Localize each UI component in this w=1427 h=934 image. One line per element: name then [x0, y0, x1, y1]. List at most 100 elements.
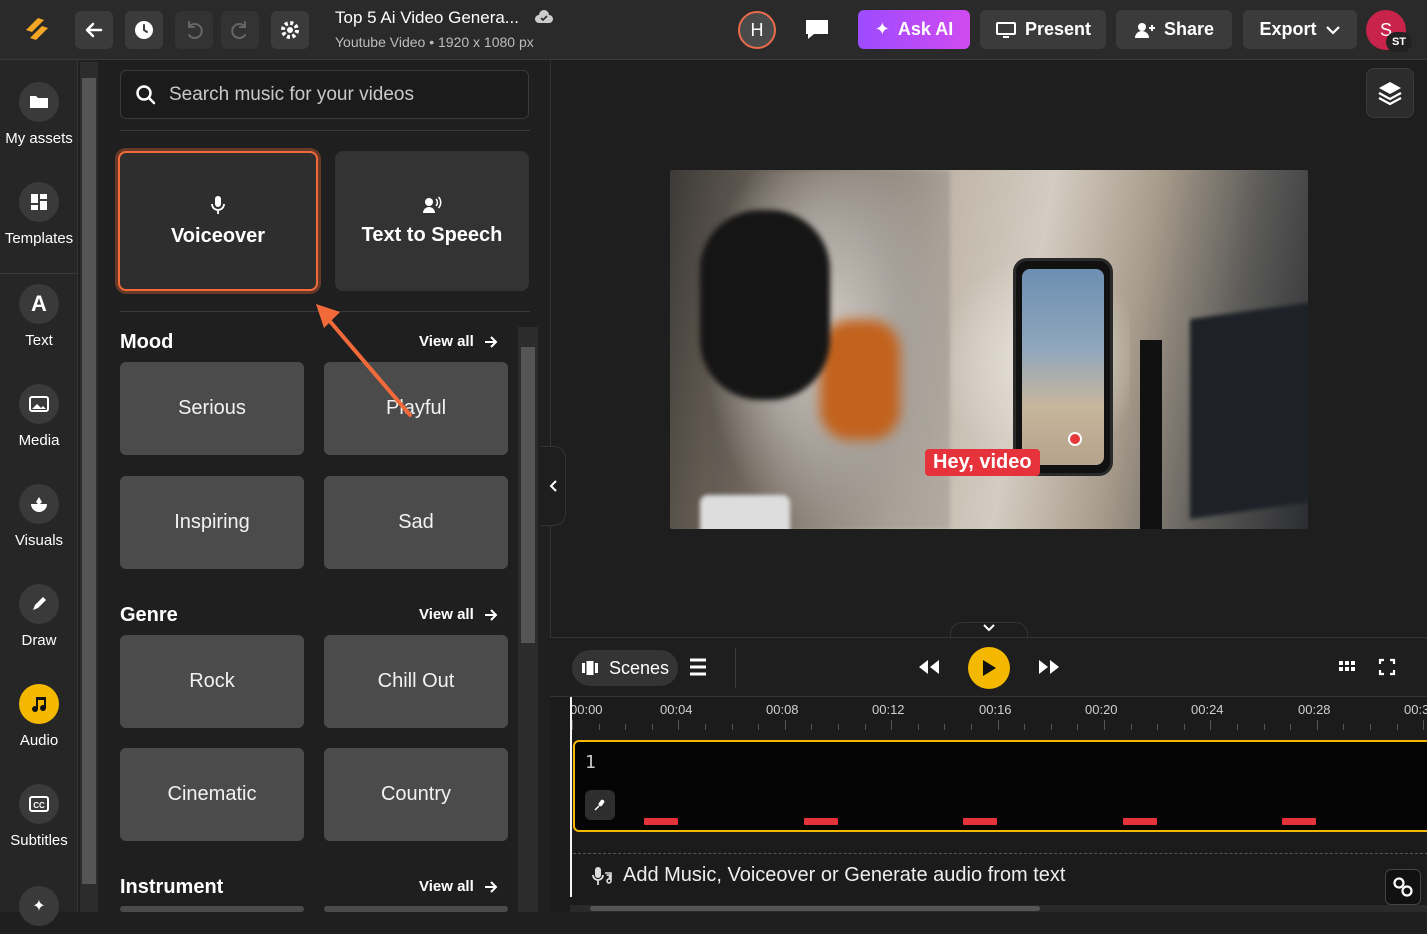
search-box[interactable] [120, 70, 529, 119]
sidebar-item-label: Visuals [14, 532, 64, 549]
genre-tile[interactable]: Rock [120, 635, 304, 728]
collaborator-avatar[interactable]: H [738, 11, 776, 49]
list-view-button[interactable] [686, 656, 710, 683]
user-initials-badge: ST [1386, 32, 1412, 52]
ruler-tick [784, 720, 786, 730]
sidebar-item-draw[interactable]: Draw [0, 584, 78, 649]
export-button[interactable]: Export [1243, 10, 1357, 49]
add-user-icon [1134, 22, 1155, 38]
ruler-tick [1157, 724, 1159, 730]
chevron-down-icon [1325, 25, 1340, 35]
sparkle-icon: ✦ [874, 19, 890, 39]
undo-icon [188, 21, 203, 39]
voiceover-label: Voiceover [170, 224, 266, 247]
ruler-tick [891, 720, 893, 730]
mood-tile[interactable]: Serious [120, 362, 304, 455]
arrow-right-icon [484, 335, 498, 348]
view-all-mood-link[interactable]: View all [419, 333, 498, 350]
pen-icon [19, 584, 59, 624]
text-to-speech-card[interactable]: Text to Speech [335, 151, 529, 291]
sidebar-item-my-assets[interactable]: My assets [0, 82, 78, 147]
sidebar-item-label: Text [25, 332, 53, 349]
tick-label: 00:00 [570, 702, 603, 717]
svg-text:CC: CC [33, 801, 45, 810]
top-bar: Top 5 Ai Video Genera... Youtube Video •… [0, 0, 1427, 60]
present-button[interactable]: Present [980, 10, 1106, 49]
video-preview[interactable]: Hey, video [670, 170, 1308, 529]
app-logo-icon[interactable] [18, 12, 54, 48]
document-title[interactable]: Top 5 Ai Video Genera... [335, 8, 534, 28]
mood-tile[interactable]: Sad [324, 476, 508, 569]
rewind-button[interactable] [917, 658, 941, 681]
history-button[interactable] [125, 11, 163, 49]
sidebar-item-more[interactable]: ✦ [0, 886, 78, 934]
genre-tile[interactable]: Country [324, 748, 508, 841]
caption-clip[interactable] [1123, 818, 1157, 825]
sidebar-item-label: Subtitles [10, 832, 68, 849]
tick-label: 00:20 [1085, 702, 1118, 717]
caption-clip[interactable] [1282, 818, 1316, 825]
layers-button[interactable] [1366, 68, 1414, 118]
instrument-tile[interactable] [120, 906, 304, 912]
redo-button[interactable] [221, 11, 259, 49]
add-audio-label: Add Music, Voiceover or Generate audio f… [623, 864, 1066, 886]
search-input[interactable] [169, 83, 509, 106]
voiceover-card[interactable]: Voiceover [118, 151, 318, 291]
collapse-panel-button[interactable] [540, 446, 566, 526]
panel-scrollbar[interactable] [518, 327, 538, 912]
ruler-tick [1396, 724, 1398, 730]
caption-clip[interactable] [804, 818, 838, 825]
back-button[interactable] [75, 11, 113, 49]
caption-clip[interactable] [963, 818, 997, 825]
tick-label: 00:3 [1404, 702, 1427, 717]
folder-icon [19, 82, 59, 122]
instrument-tile[interactable] [324, 906, 508, 912]
ruler-tick [572, 720, 573, 730]
gear-icon [281, 21, 299, 39]
genre-tile[interactable]: Cinematic [120, 748, 304, 841]
genre-tile[interactable]: Chill Out [324, 635, 508, 728]
sidebar-item-text[interactable]: A Text [0, 284, 78, 349]
link-icon [1393, 877, 1413, 897]
add-audio-row[interactable]: Add Music, Voiceover or Generate audio f… [573, 853, 1427, 897]
sidebar-item-visuals[interactable]: Visuals [0, 484, 78, 549]
ruler-tick [1423, 720, 1425, 730]
fullscreen-button[interactable] [1378, 658, 1396, 681]
voice-mute-button[interactable] [585, 790, 615, 820]
view-all-genre-link[interactable]: View all [419, 606, 498, 623]
sidebar-item-media[interactable]: Media [0, 384, 78, 449]
ruler-tick [1024, 724, 1026, 730]
scenes-button[interactable]: Scenes [572, 650, 678, 686]
grid-view-button[interactable] [1338, 659, 1356, 678]
fast-forward-button[interactable] [1037, 658, 1061, 681]
tick-label: 00:04 [660, 702, 693, 717]
link-button[interactable] [1385, 869, 1421, 905]
ruler-tick [864, 724, 866, 730]
sidebar-item-label: My assets [5, 130, 73, 147]
sidebar-scrollbar[interactable] [80, 62, 98, 912]
mood-tile[interactable]: Inspiring [120, 476, 304, 569]
settings-button[interactable] [271, 11, 309, 49]
cc-icon: CC [19, 784, 59, 824]
scene-number: 1 [585, 752, 596, 773]
playhead[interactable] [570, 697, 572, 897]
ruler-tick [917, 724, 919, 730]
sidebar-item-subtitles[interactable]: CC Subtitles [0, 784, 78, 849]
timeline-scrollbar[interactable] [570, 905, 1427, 912]
video-caption[interactable]: Hey, video [925, 449, 1040, 476]
ask-ai-button[interactable]: ✦ Ask AI [858, 10, 970, 49]
comment-icon[interactable] [800, 14, 834, 49]
sidebar-divider [0, 273, 78, 274]
sidebar-item-templates[interactable]: Templates [0, 182, 78, 247]
ruler-tick [1263, 724, 1265, 730]
ruler-tick [1237, 724, 1238, 730]
undo-button[interactable] [175, 11, 213, 49]
play-button[interactable] [968, 647, 1010, 689]
sidebar-item-audio[interactable]: Audio [0, 684, 78, 749]
record-icon [1068, 432, 1082, 446]
view-all-instrument-link[interactable]: View all [419, 878, 498, 895]
chevron-down-icon [983, 624, 995, 632]
image-icon [19, 384, 59, 424]
caption-clip[interactable] [644, 818, 678, 825]
share-button[interactable]: Share [1116, 10, 1232, 49]
